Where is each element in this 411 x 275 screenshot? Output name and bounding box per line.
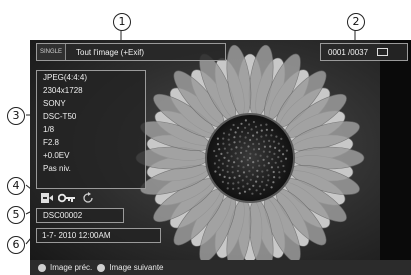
callout-3: 3 — [7, 107, 25, 125]
import-icon — [41, 193, 53, 203]
exif-line: 2304x1728 — [43, 86, 83, 95]
callout-6: 6 — [7, 236, 25, 254]
shot-datetime: 1-7- 2010 12:00AM — [36, 228, 161, 243]
image-counter: 0001 /0037 — [320, 43, 408, 61]
exif-line: SONY — [43, 99, 66, 108]
next-button-icon[interactable] — [97, 263, 106, 272]
prev-image-label[interactable]: Image préc. — [50, 263, 92, 272]
callout-4: 4 — [7, 177, 25, 195]
exif-line: +0.0EV — [43, 151, 70, 160]
display-mode-label: Tout l'image (+Exif) — [76, 47, 145, 57]
single-tag: SINGLE — [37, 44, 67, 60]
exif-info-panel: JPEG(4:4:4) 2304x1728 SONY DSC-T50 1/8 F… — [36, 70, 146, 189]
navigation-bar: Image préc. Image suivante — [30, 260, 411, 275]
display-icon — [377, 48, 389, 56]
next-image-label[interactable]: Image suivante — [109, 263, 163, 272]
exif-line: JPEG(4:4:4) — [43, 73, 88, 82]
key-icon — [58, 193, 75, 203]
callout-2: 2 — [347, 13, 365, 31]
callout-1: 1 — [113, 13, 131, 31]
rotate-icon — [83, 192, 93, 203]
exif-line: F2.8 — [43, 138, 60, 147]
file-name: DSC00002 — [36, 208, 124, 223]
photo-frame-screen: SINGLE Tout l'image (+Exif) 0001 /0037 J… — [30, 40, 411, 275]
display-mode-bar: SINGLE Tout l'image (+Exif) — [36, 43, 226, 61]
status-icons-row — [36, 190, 144, 206]
exif-line: DSC-T50 — [43, 112, 77, 121]
image-counter-text: 0001 /0037 — [328, 47, 369, 57]
callout-5: 5 — [7, 206, 25, 224]
exif-line: Pas niv. — [43, 164, 71, 173]
prev-button-icon[interactable] — [38, 263, 46, 272]
exif-line: 1/8 — [43, 125, 55, 134]
